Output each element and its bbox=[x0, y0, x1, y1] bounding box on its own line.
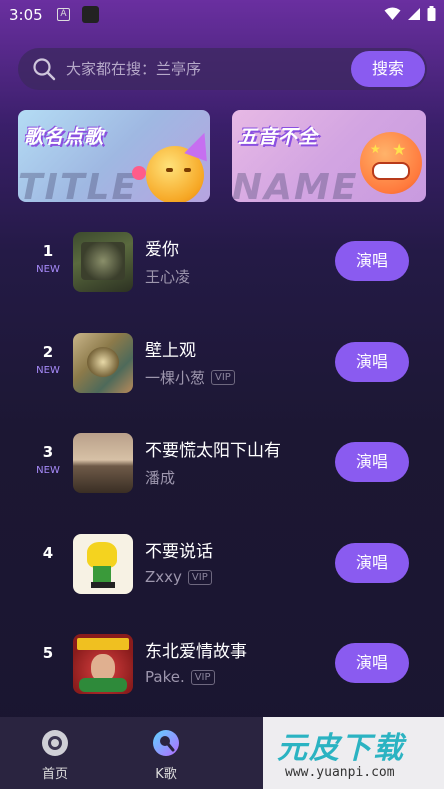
watermark: 元皮下载 www.yuanpi.com bbox=[263, 717, 444, 789]
banner-title: 歌名点歌 bbox=[24, 126, 105, 148]
battery-icon bbox=[427, 6, 436, 21]
artist-name: Pake. bbox=[145, 668, 185, 686]
banner-song-title-request[interactable]: TITLE 歌名点歌 bbox=[18, 110, 210, 202]
microphone-icon bbox=[153, 730, 179, 756]
artist-name: Zxxy bbox=[145, 568, 182, 586]
music-disc-icon bbox=[42, 730, 68, 756]
song-title: 不要说话 bbox=[145, 542, 213, 562]
rank-number: 5 bbox=[42, 644, 54, 662]
banner-bg-text: NAME bbox=[232, 167, 359, 202]
rank-number: 4 bbox=[42, 544, 54, 562]
rank-number: 1 bbox=[42, 242, 54, 260]
album-cover[interactable] bbox=[73, 634, 133, 694]
notification-icon: A bbox=[57, 8, 70, 21]
sing-button[interactable]: 演唱 bbox=[335, 342, 409, 382]
rank-number: 2 bbox=[42, 343, 54, 361]
nav-item-home[interactable]: 首页 bbox=[10, 717, 100, 789]
artist-name: 王心凌 bbox=[145, 268, 191, 286]
album-cover[interactable] bbox=[73, 534, 133, 594]
status-time: 3:05 bbox=[9, 6, 43, 24]
search-input[interactable] bbox=[66, 48, 346, 90]
banner-bg-text: TITLE bbox=[18, 167, 139, 202]
album-cover[interactable] bbox=[73, 433, 133, 493]
status-bar: 3:05 A bbox=[0, 0, 444, 30]
new-tag: NEW bbox=[36, 365, 60, 376]
search-bar: 搜索 bbox=[18, 48, 427, 90]
new-tag: NEW bbox=[36, 264, 60, 275]
song-artist: 潘成 bbox=[145, 467, 175, 488]
song-artist: 王心凌 bbox=[145, 266, 190, 287]
search-icon bbox=[33, 58, 56, 81]
app-notification-icon bbox=[82, 6, 99, 23]
song-row[interactable]: 5 东北爱情故事 Pake. VIP 演唱 bbox=[0, 624, 444, 704]
vip-badge: VIP bbox=[190, 669, 215, 685]
album-cover[interactable] bbox=[73, 232, 133, 292]
vip-badge: VIP bbox=[187, 569, 212, 585]
artist-name: 一棵小葱 bbox=[145, 369, 206, 387]
song-title: 东北爱情故事 bbox=[145, 642, 247, 662]
song-row[interactable]: 3 NEW 不要慌太阳下山有 潘成 演唱 bbox=[0, 423, 444, 503]
song-row[interactable]: 1 NEW 爱你 王心凌 演唱 bbox=[0, 222, 444, 302]
wifi-icon bbox=[384, 7, 401, 20]
sing-button[interactable]: 演唱 bbox=[335, 543, 409, 583]
sing-button[interactable]: 演唱 bbox=[335, 442, 409, 482]
song-artist: Pake. VIP bbox=[145, 668, 215, 686]
sing-button[interactable]: 演唱 bbox=[335, 241, 409, 281]
banner-tone-deaf[interactable]: NAME 五音不全 ★ ★ bbox=[232, 110, 426, 202]
banner-title: 五音不全 bbox=[238, 126, 319, 148]
song-row[interactable]: 4 不要说话 Zxxy VIP 演唱 bbox=[0, 524, 444, 604]
song-row[interactable]: 2 NEW 壁上观 一棵小葱 VIP 演唱 bbox=[0, 323, 444, 403]
watermark-url: www.yuanpi.com bbox=[285, 765, 395, 780]
rank-number: 3 bbox=[42, 443, 54, 461]
song-artist: Zxxy VIP bbox=[145, 568, 212, 586]
vip-badge: VIP bbox=[211, 370, 235, 385]
sing-button[interactable]: 演唱 bbox=[335, 643, 409, 683]
song-artist: 一棵小葱 VIP bbox=[145, 367, 235, 388]
watermark-brand: 元皮下载 bbox=[277, 731, 405, 766]
nav-label: 首页 bbox=[41, 767, 68, 782]
nav-label: K歌 bbox=[155, 767, 177, 782]
song-title: 不要慌太阳下山有 bbox=[145, 441, 281, 461]
new-tag: NEW bbox=[36, 465, 60, 476]
signal-icon bbox=[408, 7, 420, 20]
song-title: 壁上观 bbox=[145, 341, 196, 361]
album-cover[interactable] bbox=[73, 333, 133, 393]
artist-name: 潘成 bbox=[145, 469, 176, 487]
nav-item-karaoke[interactable]: K歌 bbox=[121, 717, 211, 789]
song-title: 爱你 bbox=[145, 240, 179, 260]
search-button[interactable]: 搜索 bbox=[351, 51, 425, 87]
